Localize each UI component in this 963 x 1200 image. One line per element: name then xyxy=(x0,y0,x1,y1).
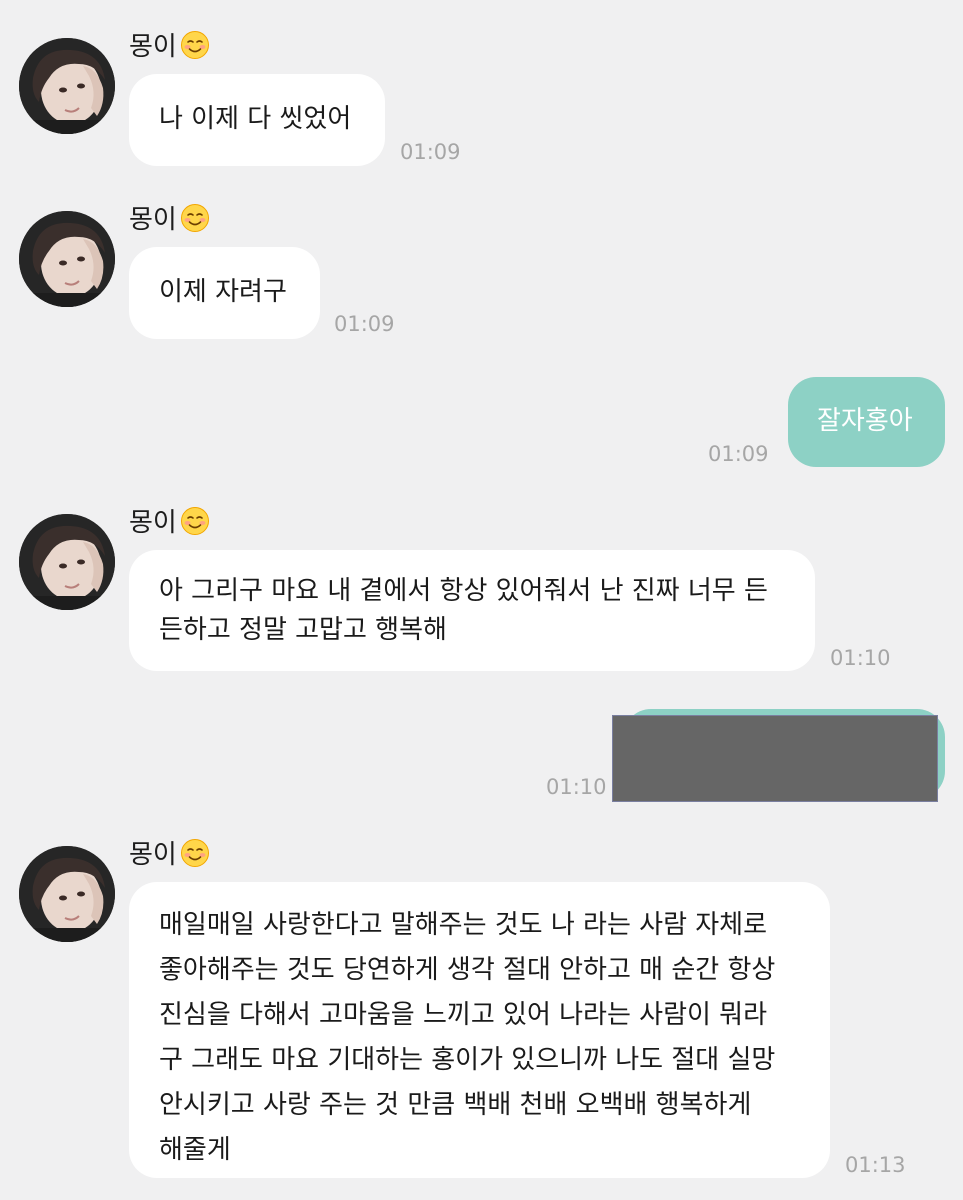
message-line: 구 그래도 마요 기대하는 홍이가 있으니까 나도 절대 실망 xyxy=(159,1045,776,1075)
message-line: 아 그리구 마요 내 곁에서 항상 있어줘서 난 진짜 너무 든 xyxy=(159,576,768,606)
message-line: 해줄게 xyxy=(159,1135,231,1165)
smiling-face-icon xyxy=(180,203,210,233)
sender-name-row: 몽이 xyxy=(129,203,210,236)
sender-avatar[interactable] xyxy=(19,38,115,134)
message-timestamp: 01:09 xyxy=(334,312,395,336)
message-line: 매일매일 사랑한다고 말해주는 것도 나 라는 사람 자체로 xyxy=(159,910,768,940)
smiling-face-icon xyxy=(180,30,210,60)
sender-name: 몽이 xyxy=(129,205,177,235)
incoming-message-bubble[interactable]: 매일매일 사랑한다고 말해주는 것도 나 라는 사람 자체로 좋아해주는 것도 … xyxy=(129,882,830,1178)
message-line: 진심을 다해서 고마움을 느끼고 있어 나라는 사람이 뭐라 xyxy=(159,1000,768,1030)
message-timestamp: 01:10 xyxy=(546,775,607,799)
message-timestamp: 01:13 xyxy=(845,1153,906,1177)
message-line: 좋아해주는 것도 당연하게 생각 절대 안하고 매 순간 항상 xyxy=(159,955,776,985)
incoming-message-bubble[interactable]: 이제 자려구 xyxy=(129,247,320,339)
sender-name-row: 몽이 xyxy=(129,838,210,871)
sender-name: 몽이 xyxy=(129,32,177,62)
message-timestamp: 01:09 xyxy=(708,442,769,466)
sender-avatar[interactable] xyxy=(19,846,115,942)
sender-name-row: 몽이 xyxy=(129,506,210,539)
message-text: 이제 자려구 xyxy=(159,277,287,307)
message-timestamp: 01:10 xyxy=(830,646,891,670)
incoming-message-bubble[interactable]: 아 그리구 마요 내 곁에서 항상 있어줘서 난 진짜 너무 든 든하고 정말 … xyxy=(129,550,815,671)
smiling-face-icon xyxy=(180,838,210,868)
sender-avatar[interactable] xyxy=(19,514,115,610)
sender-name: 몽이 xyxy=(129,840,177,870)
outgoing-message-bubble[interactable]: 잘자홍아 xyxy=(788,377,945,467)
message-text: 잘자홍아 xyxy=(817,406,913,436)
smiling-face-icon xyxy=(180,506,210,536)
message-line: 든하고 정말 고맙고 행복해 xyxy=(159,615,447,645)
message-timestamp: 01:09 xyxy=(400,140,461,164)
message-line: 안시키고 사랑 주는 것 만큼 백배 천배 오백배 행복하게 xyxy=(159,1090,752,1120)
message-text: 나 이제 다 씻었어 xyxy=(159,104,352,134)
incoming-message-bubble[interactable]: 나 이제 다 씻었어 xyxy=(129,74,385,166)
sender-avatar[interactable] xyxy=(19,211,115,307)
sender-name: 몽이 xyxy=(129,508,177,538)
redacted-message-content xyxy=(613,716,937,801)
sender-name-row: 몽이 xyxy=(129,30,210,63)
